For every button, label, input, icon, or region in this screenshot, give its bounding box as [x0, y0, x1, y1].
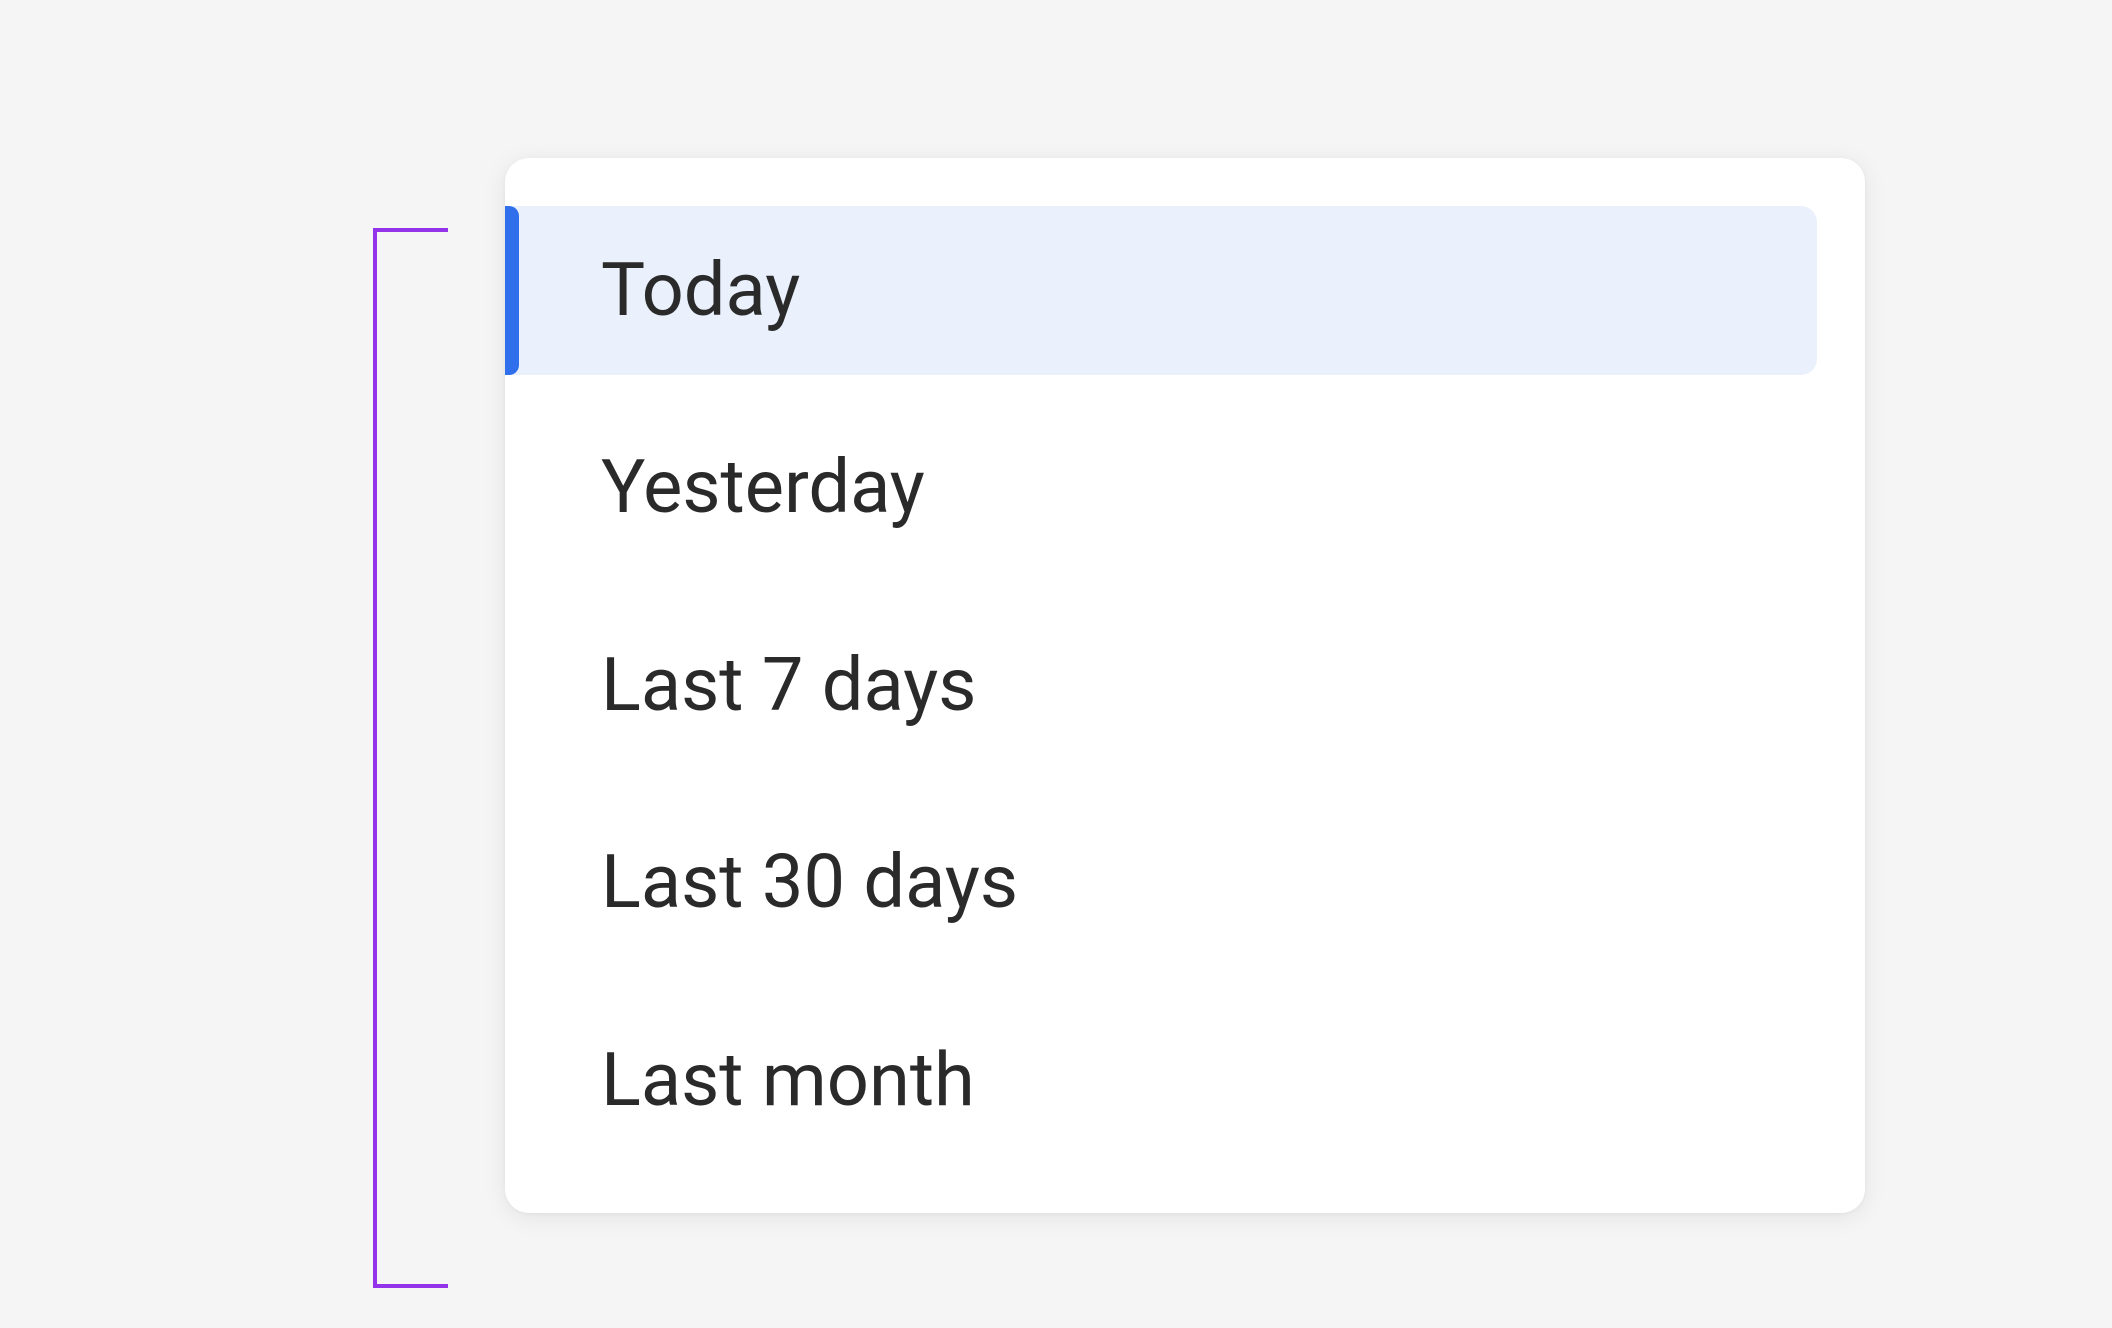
date-range-option-label: Today: [601, 247, 800, 334]
date-range-option-last-30-days[interactable]: Last 30 days: [553, 798, 1817, 967]
date-range-option-label: Last month: [601, 1037, 975, 1124]
date-range-option-last-7-days[interactable]: Last 7 days: [553, 601, 1817, 770]
date-range-dropdown: Today Yesterday Last 7 days Last 30 days…: [505, 158, 1865, 1213]
date-range-option-last-month[interactable]: Last month: [553, 996, 1817, 1165]
date-range-option-yesterday[interactable]: Yesterday: [553, 403, 1817, 572]
annotation-bracket: [373, 228, 448, 1288]
date-range-option-label: Last 30 days: [601, 839, 1018, 926]
date-range-option-today[interactable]: Today: [505, 206, 1817, 375]
date-range-option-label: Yesterday: [601, 444, 925, 531]
date-range-option-label: Last 7 days: [601, 642, 976, 729]
